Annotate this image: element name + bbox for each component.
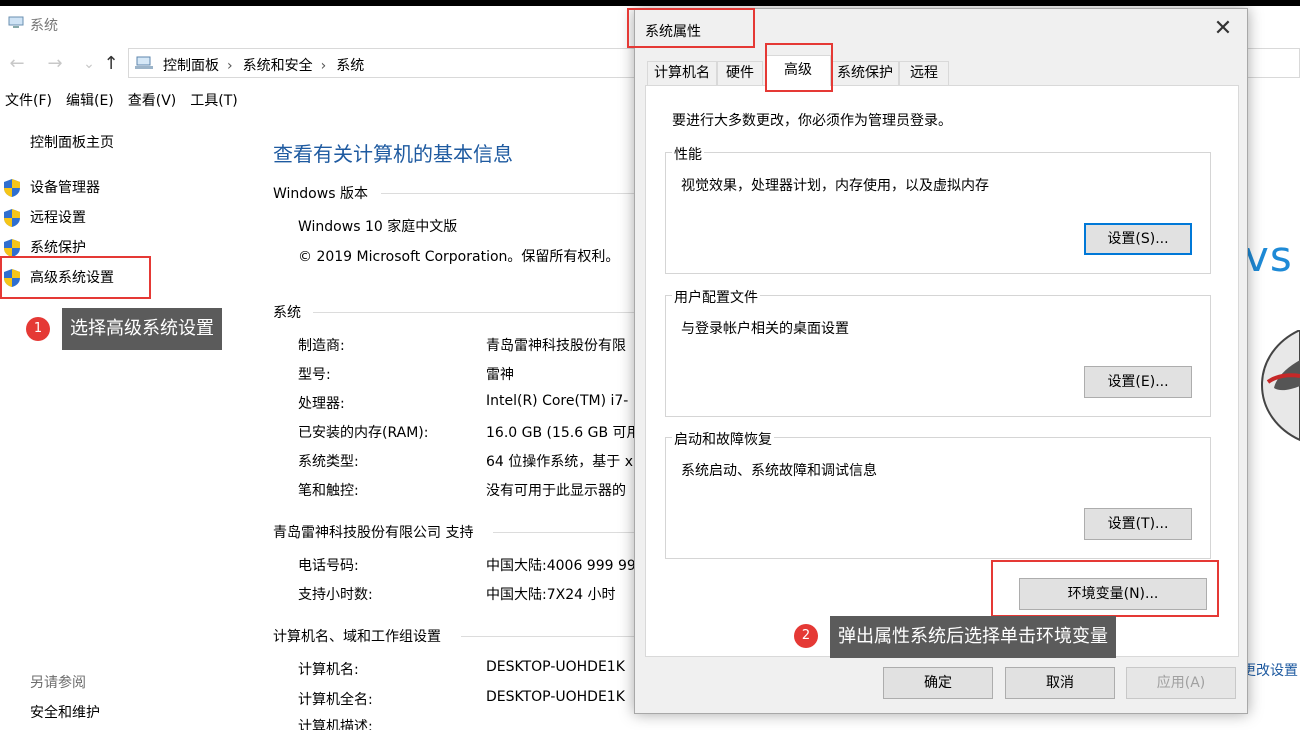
menu-edit[interactable]: 编辑(E) — [61, 88, 119, 112]
cancel-button[interactable]: 取消 — [1005, 667, 1115, 699]
section-support: 青岛雷神科技股份有限公司 支持 — [273, 522, 643, 542]
system-label: 型号: — [298, 367, 331, 383]
menu-file[interactable]: 文件(F) — [0, 88, 57, 112]
computer-name-value: DESKTOP-UOHDE1K — [486, 689, 625, 705]
group-title: 用户配置文件 — [672, 287, 760, 307]
shield-icon — [4, 209, 20, 227]
system-label: 笔和触控: — [298, 483, 359, 499]
system-value: 没有可用于此显示器的 — [486, 483, 626, 499]
apply-button[interactable]: 应用(A) — [1126, 667, 1236, 699]
tab-computer-name[interactable]: 计算机名 — [647, 61, 717, 85]
see-also-heading: 另请参阅 — [30, 675, 86, 691]
sidebar-item-label: 远程设置 — [30, 210, 86, 226]
system-value: Intel(R) Core(TM) i7- — [486, 393, 629, 409]
windows-logo-text: vs — [1244, 232, 1293, 281]
group-user-profiles: 用户配置文件 与登录帐户相关的桌面设置 设置(E)... — [665, 287, 1211, 417]
sidebar-item-label: 设备管理器 — [30, 180, 100, 196]
computer-name-label: 计算机全名: — [298, 692, 373, 708]
system-label: 处理器: — [298, 396, 345, 412]
highlight-box-advanced-tab — [765, 43, 833, 92]
support-label: 电话号码: — [298, 558, 359, 574]
user-profiles-settings-button[interactable]: 设置(E)... — [1084, 366, 1192, 398]
system-label: 已安装的内存(RAM): — [298, 425, 429, 441]
shield-icon — [4, 239, 20, 257]
sidebar-home-link[interactable]: 控制面板主页 — [30, 132, 114, 152]
manufacturer-logo-image — [1260, 330, 1300, 442]
close-icon[interactable]: ✕ — [1213, 17, 1233, 41]
annotation-callout-1: 选择高级系统设置 — [62, 308, 222, 350]
section-divider — [493, 532, 643, 533]
highlight-box-dialog-title — [627, 8, 755, 48]
highlight-box-env-button — [991, 560, 1219, 617]
performance-settings-button[interactable]: 设置(S)... — [1084, 223, 1192, 255]
section-heading: 计算机名、域和工作组设置 — [273, 629, 441, 645]
breadcrumb-system-security[interactable]: 系统和安全 — [243, 58, 313, 74]
sidebar-item-device-manager[interactable]: 设备管理器 — [0, 174, 250, 200]
ok-button[interactable]: 确定 — [883, 667, 993, 699]
breadcrumb-separator[interactable]: › — [227, 58, 233, 74]
see-also-security-maintenance-link[interactable]: 安全和维护 — [30, 702, 100, 722]
system-value: 64 位操作系统，基于 x — [486, 454, 633, 470]
computer-name-label: 计算机描述: — [298, 719, 373, 730]
admin-note: 要进行大多数更改，你必须作为管理员登录。 — [672, 113, 952, 129]
section-divider — [461, 636, 643, 637]
system-value: 雷神 — [486, 367, 514, 383]
computer-name-label: 计算机名: — [298, 662, 359, 678]
recent-locations-button[interactable]: ⌄ — [78, 52, 100, 76]
computer-icon — [8, 16, 24, 28]
support-value: 中国大陆:4006 999 99 — [486, 558, 636, 574]
computer-name-value: DESKTOP-UOHDE1K — [486, 659, 625, 675]
step-badge-2: 2 — [794, 624, 818, 648]
group-description: 系统启动、系统故障和调试信息 — [681, 463, 877, 479]
startup-recovery-settings-button[interactable]: 设置(T)... — [1084, 508, 1192, 540]
breadcrumb-system[interactable]: 系统 — [336, 58, 364, 74]
copyright-text: © 2019 Microsoft Corporation。保留所有权利。 — [298, 249, 620, 265]
sidebar-item-label: 系统保护 — [30, 240, 86, 256]
tab-hardware[interactable]: 硬件 — [717, 61, 763, 85]
breadcrumb-control-panel[interactable]: 控制面板 — [163, 58, 219, 74]
tab-remote[interactable]: 远程 — [899, 61, 949, 85]
windows-edition-value: Windows 10 家庭中文版 — [298, 219, 458, 235]
section-windows-edition: Windows 版本 — [273, 183, 643, 203]
group-performance: 性能 视觉效果，处理器计划，内存使用，以及虚拟内存 设置(S)... — [665, 144, 1211, 274]
breadcrumb: 控制面板 › 系统和安全 › 系统 — [163, 55, 372, 75]
sidebar-item-remote-settings[interactable]: 远程设置 — [0, 204, 250, 230]
system-label: 制造商: — [298, 338, 345, 354]
group-description: 与登录帐户相关的桌面设置 — [681, 321, 849, 337]
breadcrumb-separator[interactable]: › — [321, 58, 327, 74]
change-settings-link[interactable]: 更改设置 — [1242, 660, 1298, 680]
section-heading: Windows 版本 — [273, 186, 368, 202]
shield-icon — [4, 179, 20, 197]
system-value: 青岛雷神科技股份有限 — [486, 338, 626, 354]
support-value: 中国大陆:7X24 小时 — [486, 587, 616, 603]
forward-button[interactable]: → — [44, 52, 66, 76]
control-panel-icon — [135, 56, 153, 69]
group-title: 性能 — [672, 144, 704, 164]
step-badge-1: 1 — [26, 317, 50, 341]
page-title: 查看有关计算机的基本信息 — [273, 142, 513, 166]
section-system: 系统 — [273, 302, 643, 322]
section-computer-name: 计算机名、域和工作组设置 — [273, 626, 643, 646]
group-title: 启动和故障恢复 — [672, 429, 774, 449]
menu-view[interactable]: 查看(V) — [123, 88, 182, 112]
back-button[interactable]: ← — [6, 52, 28, 76]
group-description: 视觉效果，处理器计划，内存使用，以及虚拟内存 — [681, 178, 989, 194]
up-button[interactable]: ↑ — [100, 52, 122, 76]
support-label: 支持小时数: — [298, 587, 373, 603]
menu-tools[interactable]: 工具(T) — [185, 88, 242, 112]
window-title: 系统 — [30, 18, 58, 34]
system-value: 16.0 GB (15.6 GB 可用 — [486, 425, 641, 441]
system-label: 系统类型: — [298, 454, 359, 470]
menu-bar: 文件(F) 编辑(E) 查看(V) 工具(T) — [0, 88, 247, 112]
group-startup-recovery: 启动和故障恢复 系统启动、系统故障和调试信息 设置(T)... — [665, 429, 1211, 559]
section-divider — [381, 193, 643, 194]
section-heading: 青岛雷神科技股份有限公司 支持 — [273, 525, 474, 541]
tab-system-protection[interactable]: 系统保护 — [831, 61, 899, 85]
highlight-box-advanced-settings — [0, 256, 151, 299]
section-heading: 系统 — [273, 305, 301, 321]
annotation-callout-2: 弹出属性系统后选择单击环境变量 — [830, 616, 1116, 658]
section-divider — [313, 312, 643, 313]
